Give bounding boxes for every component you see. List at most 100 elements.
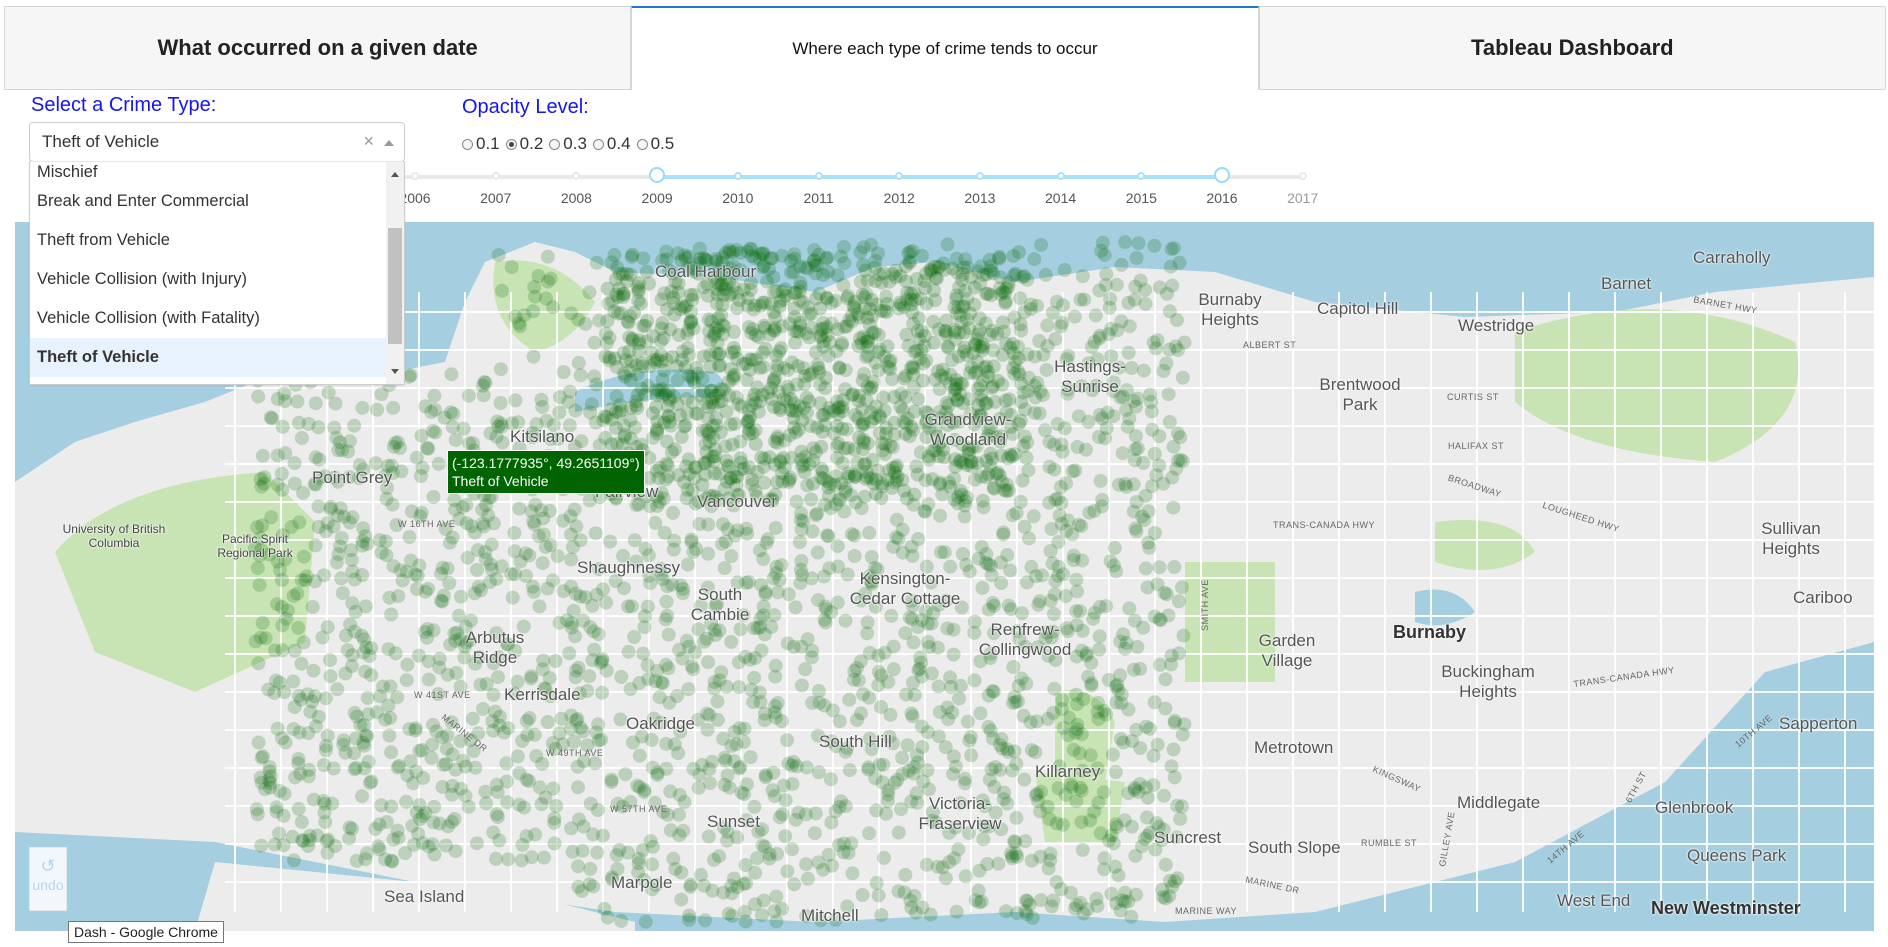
label-ubc: University of British Columbia <box>62 522 166 550</box>
slider-mark-2015[interactable]: 2015 <box>1126 190 1157 206</box>
slider-mark-2017[interactable]: 2017 <box>1287 190 1318 206</box>
tab-bar: What occurred on a given date Where each… <box>4 6 1886 90</box>
slider-dot[interactable] <box>491 172 500 180</box>
slider-handle-start[interactable] <box>649 167 666 183</box>
label-coal-harbour: Coal Harbour <box>655 262 757 281</box>
slider-dot[interactable] <box>975 172 984 180</box>
menu-option-break-enter-commercial[interactable]: Break and Enter Commercial <box>30 182 404 221</box>
scroll-up-icon[interactable] <box>391 172 399 177</box>
slider-mark-2012[interactable]: 2012 <box>884 190 915 206</box>
label-renfrew: Renfrew-Collingwood <box>978 620 1072 659</box>
label-cariboo: Cariboo <box>1793 588 1853 607</box>
slider-mark-2013[interactable]: 2013 <box>964 190 995 206</box>
label-sunset: Sunset <box>707 812 760 831</box>
label-metrotown: Metrotown <box>1254 738 1334 757</box>
radio-label: 0.2 <box>519 134 544 153</box>
label-kensington: Kensington-Cedar Cottage <box>849 569 961 608</box>
label-point-grey: Point Grey <box>312 468 393 487</box>
radio-icon[interactable] <box>636 138 648 150</box>
chevron-up-icon[interactable] <box>384 140 394 146</box>
street-label: SMITH AVE <box>1199 579 1210 631</box>
tooltip-crime-type: Theft of Vehicle <box>452 473 549 489</box>
label-barnet: Barnet <box>1601 274 1652 293</box>
menu-scrollbar[interactable] <box>386 162 404 384</box>
menu-option-collision-injury[interactable]: Vehicle Collision (with Injury) <box>30 260 404 299</box>
scroll-down-icon[interactable] <box>391 369 399 374</box>
crime-type-menu[interactable]: Mischief Break and Enter Commercial Thef… <box>29 161 405 385</box>
slider-mark-2009[interactable]: 2009 <box>642 190 673 206</box>
label-kitsilano: Kitsilano <box>510 427 575 446</box>
street-label: ALBERT ST <box>1243 340 1297 350</box>
slider-mark-2007[interactable]: 2007 <box>480 190 511 206</box>
tooltip-coordinates: (-123.1777935°, 49.2651109°) <box>452 455 640 471</box>
menu-option-theft-from-vehicle[interactable]: Theft from Vehicle <box>30 221 404 260</box>
menu-option-collision-fatality[interactable]: Vehicle Collision (with Fatality) <box>30 299 404 338</box>
tab-crime-location[interactable]: Where each type of crime tends to occur <box>631 6 1259 90</box>
opacity-option-0-1[interactable]: 0.1 <box>462 134 500 154</box>
opacity-label: Opacity Level: <box>462 96 589 118</box>
label-south-cambie: South Cambie <box>690 585 750 624</box>
slider-dot[interactable] <box>814 172 823 180</box>
crime-type-value[interactable]: Theft of Vehicle <box>42 132 159 152</box>
slider-handle-end[interactable] <box>1214 167 1230 183</box>
slider-mark-2011[interactable]: 2011 <box>803 190 833 206</box>
label-arbutus-ridge: Arbutus Ridge <box>465 628 525 667</box>
label-sea-island: Sea Island <box>384 887 465 906</box>
slider-mark-2016[interactable]: 2016 <box>1206 190 1237 206</box>
label-carraholly: Carraholly <box>1693 248 1771 267</box>
radio-icon[interactable] <box>462 138 473 150</box>
radio-label: 0.3 <box>563 134 587 153</box>
radio-label: 0.5 <box>650 134 675 153</box>
radio-checked-icon[interactable] <box>505 138 517 150</box>
slider-mark-2010[interactable]: 2010 <box>722 190 753 206</box>
street-label: W 41ST AVE <box>414 690 471 700</box>
undo-icon: ↺ <box>40 856 56 876</box>
clear-icon[interactable]: × <box>363 131 374 152</box>
label-vancouver: Vancouver <box>697 492 778 511</box>
slider-mark-2014[interactable]: 2014 <box>1045 190 1076 206</box>
label-suncrest: Suncrest <box>1154 828 1222 847</box>
year-range-slider[interactable]: 2006 2007 2008 2009 2010 2011 2012 2013 2014 2015… <box>399 167 1325 208</box>
opacity-option-0-5[interactable]: 0.5 <box>636 134 675 154</box>
label-garden-village: Garden Village <box>1258 631 1316 670</box>
label-killarney: Killarney <box>1035 762 1101 781</box>
label-south-hill: South Hill <box>819 732 892 751</box>
opacity-option-0-3[interactable]: 0.3 <box>549 134 587 154</box>
street-label: CURTIS ST <box>1447 392 1499 402</box>
crime-type-label: Select a Crime Type: <box>31 94 217 116</box>
label-sapperton: Sapperton <box>1779 714 1858 733</box>
menu-option-mischief[interactable]: Mischief <box>30 162 404 182</box>
label-burnaby-heights: Burnaby Heights <box>1198 290 1262 329</box>
label-brentwood-park: Brentwood Park <box>1319 375 1401 414</box>
crime-type-dropdown[interactable]: Theft of Vehicle × <box>29 122 405 162</box>
radio-icon[interactable] <box>549 138 561 150</box>
street-label: W 49TH AVE <box>546 748 604 758</box>
label-middlegate: Middlegate <box>1457 793 1541 812</box>
tab-tableau-dashboard[interactable]: Tableau Dashboard <box>1258 6 1886 90</box>
label-new-westminster: New Westminster <box>1651 898 1801 918</box>
label-burnaby: Burnaby <box>1393 622 1467 642</box>
undo-button[interactable]: ↺ undo <box>29 847 67 911</box>
menu-option-theft-of-vehicle[interactable]: Theft of Vehicle <box>30 338 404 377</box>
browser-tooltip: Dash - Google Chrome <box>68 921 224 943</box>
opacity-option-0-2[interactable]: 0.2 <box>505 134 544 154</box>
slider-dot[interactable] <box>411 172 419 180</box>
opacity-radio-group: 0.1 0.2 0.3 0.4 0.5 <box>462 134 674 154</box>
tab-given-date[interactable]: What occurred on a given date <box>4 6 632 90</box>
scroll-thumb[interactable] <box>388 228 402 344</box>
label-queens-park: Queens Park <box>1687 846 1787 865</box>
label-hastings-sunrise: Hastings-Sunrise <box>1054 357 1126 396</box>
slider-dot[interactable] <box>733 172 742 180</box>
slider-mark-2008[interactable]: 2008 <box>561 190 592 206</box>
radio-icon[interactable] <box>592 138 604 150</box>
label-sullivan-heights: Sullivan Heights <box>1761 519 1821 558</box>
label-westridge: Westridge <box>1458 316 1535 335</box>
slider-dot[interactable] <box>1056 172 1065 180</box>
label-south-slope: South Slope <box>1248 838 1341 857</box>
radio-label: 0.4 <box>606 134 631 153</box>
slider-dot[interactable] <box>1298 172 1307 180</box>
street-label: W 16TH AVE <box>398 519 456 529</box>
label-kerrisdale: Kerrisdale <box>504 685 581 704</box>
opacity-option-0-4[interactable]: 0.4 <box>592 134 631 154</box>
label-marpole: Marpole <box>611 873 673 892</box>
